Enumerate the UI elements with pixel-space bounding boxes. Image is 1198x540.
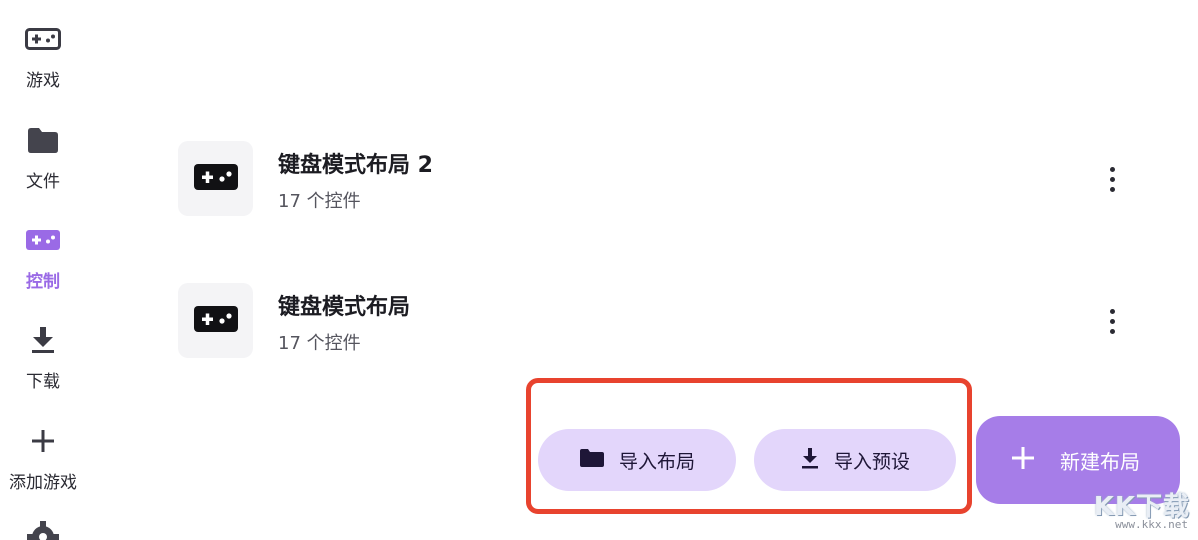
sidebar-item-label: 控制 [26,272,60,292]
gamepad-icon [23,223,63,257]
watermark-url: www.kkx.net [1115,518,1188,531]
layout-title: 键盘模式布局 [278,295,411,320]
sidebar-item-controls[interactable]: 控制 [0,223,86,292]
layout-title: 键盘模式布局 2 [278,153,433,178]
plus-icon [23,424,63,458]
sidebar-item-label: 游戏 [26,71,60,91]
list-item[interactable]: 键盘模式布局 2 17 个控件 [178,141,1138,217]
watermark: KK下载 www.kkx.net [1080,486,1198,540]
sidebar-item-settings[interactable] [0,520,86,540]
folder-icon [579,448,605,472]
layout-subtitle: 17 个控件 [278,191,361,212]
sidebar-item-files[interactable]: 文件 [0,123,86,192]
download-icon [23,323,63,357]
more-options-icon[interactable] [1098,161,1126,197]
sidebar-item-games[interactable]: 游戏 [0,22,86,91]
gamepad-icon [23,22,63,56]
plus-icon [1012,447,1034,473]
gamepad-icon [193,163,239,195]
folder-icon [23,123,63,157]
gear-icon [23,520,63,540]
sidebar-item-label: 下载 [26,372,60,392]
gamepad-icon [193,305,239,337]
app-window: 游戏 文件 控制 下载 添加游戏 键盘模式布局 2 17 个控件 键盘模式布局 … [0,0,1198,540]
new-layout-label: 新建布局 [1060,449,1140,474]
import-preset-label: 导入预设 [833,450,910,473]
sidebar-item-add-game[interactable]: 添加游戏 [0,424,86,493]
list-item[interactable]: 键盘模式布局 17 个控件 [178,283,1138,359]
layout-thumbnail [178,283,253,358]
layout-subtitle: 17 个控件 [278,333,361,354]
layout-thumbnail [178,141,253,216]
sidebar-item-label: 文件 [26,172,60,192]
sidebar-item-label: 添加游戏 [9,473,77,493]
more-options-icon[interactable] [1098,303,1126,339]
import-layout-label: 导入布局 [618,450,695,473]
import-preset-button[interactable]: 导入预设 [754,429,956,491]
sidebar: 游戏 文件 控制 下载 添加游戏 [0,0,86,540]
sidebar-item-downloads[interactable]: 下载 [0,323,86,392]
import-layout-button[interactable]: 导入布局 [538,429,736,491]
download-icon [800,447,820,473]
